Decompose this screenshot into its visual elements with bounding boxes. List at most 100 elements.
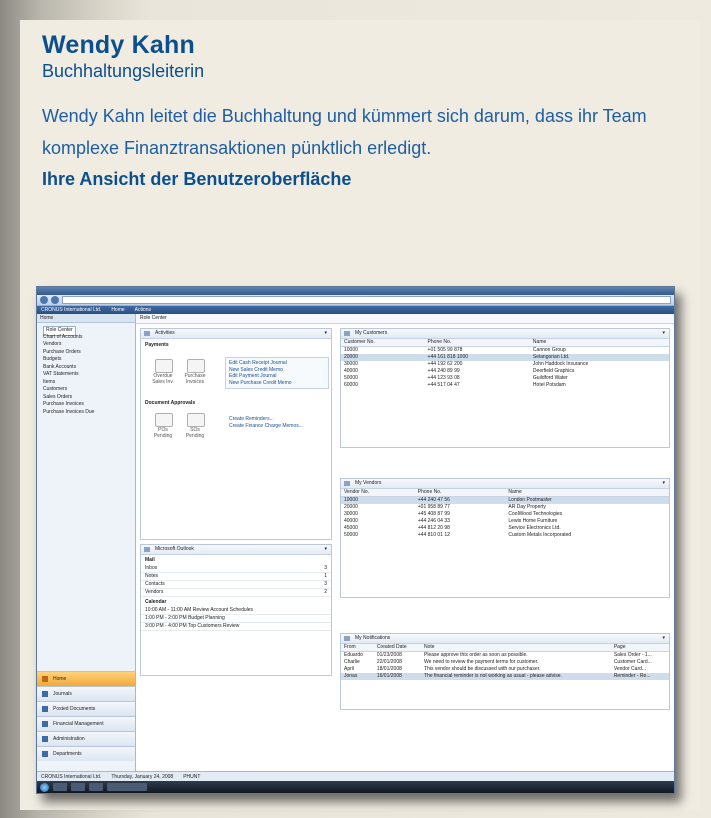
table-row[interactable]: 40000 +44 246 04 33 Lewis Home Furniture (341, 518, 669, 525)
nav-tree: Role Center Chart of Accounts Vendors Pu… (37, 323, 135, 416)
calendar-label: Calendar (145, 599, 167, 605)
start-icon[interactable] (40, 782, 49, 792)
status-date: Thursday, January 24, 2008 (111, 773, 174, 780)
workspace-posted-docs-button[interactable]: Posted Documents (37, 701, 135, 716)
taskbar-app-icon[interactable] (71, 783, 85, 791)
menu-company[interactable]: CRONUS International Ltd. (41, 307, 101, 313)
workspace-journals-button[interactable]: Journals (37, 686, 135, 701)
table-row[interactable]: 10000 +01 505 99 878 Cannon Group (341, 347, 669, 355)
outlook-part: Microsoft Outlook ▾ Mail Inbox 3 Notes 1 Co… (140, 544, 332, 676)
workspace-home-button[interactable]: Home (37, 671, 135, 686)
tree-item[interactable]: Purchase Orders (43, 349, 135, 357)
tree-item[interactable]: Items (43, 379, 135, 387)
workspace-departments-button[interactable]: Departments (37, 746, 135, 761)
vendors-part: My Vendors ▾ Vendor No. Phone No. Name 1000… (340, 478, 670, 598)
tree-item[interactable]: Vendors (43, 341, 135, 349)
persona-description: Wendy Kahn leitet die Buchhaltung und kü… (42, 106, 647, 158)
payments-links: Edit Cash Receipt Journal New Sales Cred… (225, 357, 329, 389)
menu-home[interactable]: Home (111, 307, 124, 313)
workspace-buttons: Home Journals Posted Documents Financial… (37, 671, 135, 761)
activities-part: Activities ▾ Payments Overdue Sales Inv. … (140, 328, 332, 540)
ui-view-heading: Ihre Ansicht der Benutzeroberfläche (42, 169, 352, 189)
chevron-down-icon[interactable]: ▾ (324, 329, 327, 338)
table-row[interactable]: 30000 +45 408 87 99 CoolWood Technologies (341, 511, 669, 518)
table-row[interactable]: 20000 +44 161 818 1000 Selangorian Ltd. (341, 354, 669, 361)
status-company: CRONUS International Ltd. (41, 773, 102, 780)
tree-item[interactable]: Sales Orders (43, 394, 135, 402)
taskbar-window-button[interactable] (107, 783, 147, 791)
workspace-finance-button[interactable]: Financial Management (37, 716, 135, 731)
table-row[interactable]: 30000 +44 192 62 200 John Haddock Insuranc… (341, 361, 669, 368)
workspace-admin-button[interactable]: Administration (37, 731, 135, 746)
page-title: Role Center (136, 314, 674, 324)
table-row[interactable]: Eduardo 01/23/2008 Please approve this ord… (341, 652, 669, 660)
table-row[interactable]: 50000 +44 810 01 12 Custom Metals Incorpor… (341, 532, 669, 539)
status-user: PHUNT (183, 773, 201, 780)
tree-item[interactable]: Budgets (43, 356, 135, 364)
table-row[interactable]: 60000 +44 517 04 47 Hotel Potsdam (341, 382, 669, 389)
cue-tile[interactable] (155, 413, 173, 427)
table-row[interactable]: 40000 +44 240 89 99 Deerfield Graphics (341, 368, 669, 375)
address-bar (37, 295, 674, 306)
outlook-title: Microsoft Outlook (155, 546, 194, 552)
action-link[interactable]: Create Finance Charge Memos... (229, 423, 325, 430)
table-row[interactable]: 45000 +44 812 20 98 Service Electronics Lt… (341, 525, 669, 532)
tree-item[interactable]: Bank Accounts (43, 364, 135, 372)
approvals-section: Document Approvals (145, 400, 196, 406)
app-screenshot: CRONUS International Ltd. Home Actions H… (36, 286, 675, 794)
taskbar-app-icon[interactable] (89, 783, 103, 791)
table-row[interactable]: 20000 +01 958 89 77 AR Day Property (341, 504, 669, 511)
cue-label: POs Pending (153, 427, 173, 439)
notifications-part: My Notifications ▾ From Created Date Note Pa… (340, 633, 670, 710)
nav-title: Home (37, 314, 135, 323)
payments-section: Payments (145, 342, 169, 348)
calendar-row[interactable]: 3:00 PM - 4:00 PM Top Customers Review (141, 623, 331, 631)
table-row[interactable]: April 18/01/2008 This vendor should be dis… (341, 666, 669, 673)
mail-row[interactable]: Contacts 3 (141, 581, 331, 589)
role-center: Role Center Activities ▾ Payments Overdue… (136, 314, 674, 771)
tree-item[interactable]: VAT Statements (43, 371, 135, 379)
vendors-title: My Vendors (355, 480, 382, 486)
address-field[interactable] (62, 296, 671, 304)
cue-tile[interactable] (155, 359, 173, 373)
forward-icon[interactable] (51, 296, 59, 304)
menu-actions[interactable]: Actions (135, 307, 151, 313)
notifications-table: From Created Date Note Page Eduardo 01/23/20… (341, 644, 669, 680)
tree-item[interactable]: Customers (43, 386, 135, 394)
mail-row[interactable]: Notes 1 (141, 573, 331, 581)
action-link[interactable]: New Purchase Credit Memo (229, 380, 325, 387)
chevron-down-icon[interactable]: ▾ (662, 329, 665, 338)
chevron-down-icon[interactable]: ▾ (662, 479, 665, 488)
notifications-title: My Notifications (355, 635, 391, 641)
approvals-links: Create Reminders... Create Finance Charg… (225, 413, 329, 432)
persona-name: Wendy Kahn (42, 31, 195, 59)
mail-label: Mail (145, 557, 155, 563)
chevron-down-icon[interactable]: ▾ (324, 545, 327, 554)
back-icon[interactable] (40, 296, 48, 304)
navigation-pane: Home Role Center Chart of Accounts Vendo… (37, 314, 136, 771)
mail-row[interactable]: Inbox 3 (141, 565, 331, 573)
taskbar-app-icon[interactable] (53, 783, 67, 791)
vendors-table: Vendor No. Phone No. Name 10000 +44 240 47 … (341, 489, 669, 539)
tree-item[interactable]: Purchase Invoices (43, 401, 135, 409)
chevron-down-icon[interactable]: ▾ (662, 634, 665, 643)
cue-label: Overdue Sales Inv. (152, 373, 174, 385)
taskbar (37, 781, 674, 793)
tree-item[interactable]: Chart of Accounts (43, 334, 135, 342)
table-row[interactable]: 50000 +44 123 93 08 Guildford Water (341, 375, 669, 382)
status-bar: CRONUS International Ltd. Thursday, Janu… (37, 771, 674, 781)
customers-title: My Customers (355, 330, 388, 336)
table-row[interactable]: 10000 +44 240 47 56 London Postmaster (341, 496, 669, 504)
mail-row[interactable]: Vendors 2 (141, 589, 331, 597)
table-row[interactable]: Jonas 16/01/2008 The financial reminder is… (341, 673, 669, 680)
table-row[interactable]: Charlie 22/01/2008 We need to review the p… (341, 659, 669, 666)
window-titlebar (37, 287, 674, 295)
cue-tile[interactable] (187, 413, 205, 427)
cue-label: Purchase Invoices (184, 373, 206, 385)
calendar-row[interactable]: 1:00 PM - 2:00 PM Budget Planning (141, 615, 331, 623)
cue-tile[interactable] (187, 359, 205, 373)
persona-header: Wendy Kahn Buchhaltungsleiterin Wendy Ka… (42, 30, 692, 192)
cue-label: SOs Pending (185, 427, 205, 439)
calendar-row[interactable]: 10:00 AM - 11:00 AM Review Account Sched… (141, 607, 331, 615)
tree-item[interactable]: Purchase Invoices Due (43, 409, 135, 417)
